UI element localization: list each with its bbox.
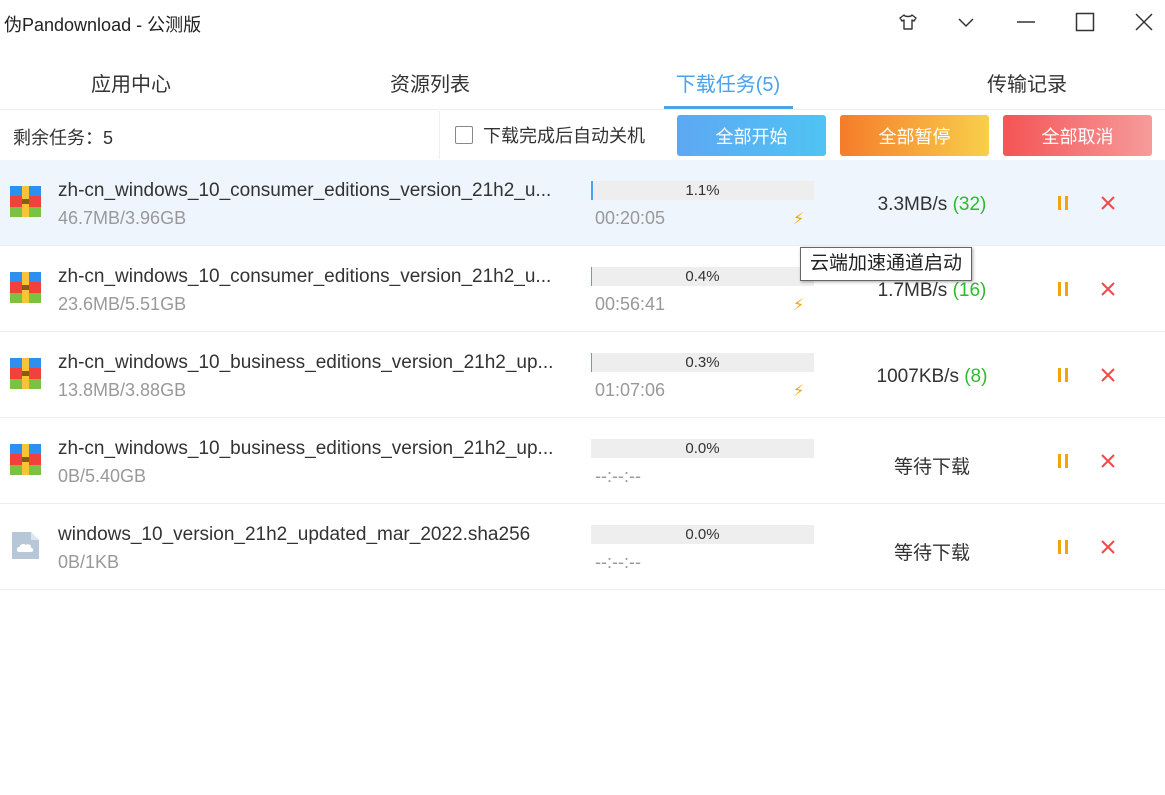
task-file-size: 23.6MB/5.51GB <box>58 294 187 314</box>
skin-button[interactable] <box>893 8 923 36</box>
task-speed-value: 3.3MB/s <box>877 194 953 215</box>
task-speed: 3.3MB/s (32) <box>832 194 1032 216</box>
task-eta: 00:20:05 <box>595 208 666 228</box>
tab-app-center[interactable]: 应用中心 <box>31 68 231 97</box>
task-progress-percent: 0.3% <box>685 354 720 371</box>
task-speed: 1.7MB/s (16) <box>832 280 1032 302</box>
download-task-row[interactable]: zh-cn_windows_10_consumer_editions_versi… <box>0 160 1165 246</box>
task-eta: 00:56:41 <box>595 294 666 314</box>
task-progress-percent: 0.0% <box>685 440 720 457</box>
task-file-name: windows_10_version_21h2_updated_mar_2022… <box>58 524 531 545</box>
task-eta: 01:07:06 <box>595 380 666 400</box>
task-file-name: zh-cn_windows_10_business_editions_versi… <box>58 438 554 459</box>
cloud-file-icon <box>12 532 39 559</box>
download-task-row[interactable]: zh-cn_windows_10_business_editions_versi… <box>0 332 1165 418</box>
pause-icon[interactable] <box>1057 540 1069 554</box>
task-connections: (32) <box>952 194 987 215</box>
task-progress-percent: 1.1% <box>685 182 720 199</box>
task-eta: --:--:-- <box>595 466 641 486</box>
download-task-list: zh-cn_windows_10_consumer_editions_versi… <box>0 160 1165 590</box>
task-progress-bar: 0.3% <box>591 353 814 372</box>
boost-tooltip: 云端加速通道启动 <box>800 247 973 281</box>
task-file-size: 46.7MB/3.96GB <box>58 208 187 228</box>
task-speed: 等待下载 <box>832 538 1032 565</box>
task-progress-bar: 0.4% <box>591 267 814 286</box>
task-speed: 1007KB/s (8) <box>832 366 1032 388</box>
task-speed: 等待下载 <box>832 452 1032 479</box>
close-icon[interactable] <box>1100 539 1116 555</box>
main-tabs: 应用中心 资源列表 下载任务(5) 传输记录 <box>0 58 1165 110</box>
start-all-button[interactable]: 全部开始 <box>677 115 826 156</box>
maximize-button[interactable] <box>1070 8 1100 36</box>
archive-icon <box>10 444 41 475</box>
lightning-icon[interactable]: ⚡ <box>793 209 804 229</box>
toolbar-divider <box>439 111 440 159</box>
active-tab-indicator <box>664 106 793 109</box>
close-icon[interactable] <box>1100 195 1116 211</box>
chevron-down-icon <box>958 18 974 28</box>
remaining-tasks-count: 剩余任务：5 <box>13 128 114 148</box>
tab-download-tasks[interactable]: 下载任务(5) <box>628 68 828 97</box>
auto-shutdown-option[interactable]: 下载完成后自动关机 <box>455 122 645 148</box>
task-connections: (8) <box>964 366 988 387</box>
title-bar: 伪Pandownload - 公测版 <box>0 0 1165 44</box>
menu-button[interactable] <box>951 8 981 36</box>
task-progress-percent: 0.4% <box>685 268 720 285</box>
close-icon[interactable] <box>1100 281 1116 297</box>
minimize-icon <box>1017 21 1035 23</box>
pause-icon[interactable] <box>1057 282 1069 296</box>
pause-all-button[interactable]: 全部暂停 <box>840 115 989 156</box>
auto-shutdown-label: 下载完成后自动关机 <box>483 126 645 146</box>
maximize-icon <box>1075 12 1095 32</box>
task-file-name: zh-cn_windows_10_business_editions_versi… <box>58 352 554 373</box>
task-file-size: 13.8MB/3.88GB <box>58 380 187 400</box>
pause-icon[interactable] <box>1057 196 1069 210</box>
archive-icon <box>10 272 41 303</box>
minimize-button[interactable] <box>1011 8 1041 36</box>
lightning-icon[interactable]: ⚡ <box>793 295 804 315</box>
task-toolbar: 剩余任务：5 下载完成后自动关机 全部开始 全部暂停 全部取消 <box>0 111 1165 159</box>
pause-icon[interactable] <box>1057 454 1069 468</box>
task-file-name: zh-cn_windows_10_consumer_editions_versi… <box>58 180 552 201</box>
task-file-name: zh-cn_windows_10_consumer_editions_versi… <box>58 266 552 287</box>
tab-transfer-records[interactable]: 传输记录 <box>927 68 1127 97</box>
task-progress-percent: 0.0% <box>685 526 720 543</box>
task-progress-bar: 0.0% <box>591 439 814 458</box>
task-file-size: 0B/5.40GB <box>58 466 147 486</box>
pause-icon[interactable] <box>1057 368 1069 382</box>
shirt-icon <box>899 14 917 30</box>
download-task-row[interactable]: zh-cn_windows_10_business_editions_versi… <box>0 418 1165 504</box>
tab-resource-list[interactable]: 资源列表 <box>330 68 530 97</box>
lightning-icon[interactable]: ⚡ <box>793 381 804 401</box>
task-speed-value: 等待下载 <box>893 543 970 564</box>
close-icon <box>1135 13 1153 31</box>
task-file-size: 0B/1KB <box>58 552 120 572</box>
task-connections: (16) <box>952 280 987 301</box>
cancel-all-button[interactable]: 全部取消 <box>1003 115 1152 156</box>
close-window-button[interactable] <box>1129 8 1159 36</box>
download-task-row[interactable]: zh-cn_windows_10_consumer_editions_versi… <box>0 246 1165 332</box>
archive-icon <box>10 358 41 389</box>
archive-icon <box>10 186 41 217</box>
window-title: 伪Pandownload - 公测版 <box>4 15 202 35</box>
task-speed-value: 1.7MB/s <box>877 280 953 301</box>
download-task-row[interactable]: windows_10_version_21h2_updated_mar_2022… <box>0 504 1165 590</box>
task-progress-bar: 0.0% <box>591 525 814 544</box>
auto-shutdown-checkbox[interactable] <box>455 126 473 144</box>
task-speed-value: 等待下载 <box>893 457 970 478</box>
task-progress-bar: 1.1% <box>591 181 814 200</box>
close-icon[interactable] <box>1100 453 1116 469</box>
close-icon[interactable] <box>1100 367 1116 383</box>
task-eta: --:--:-- <box>595 552 641 572</box>
task-speed-value: 1007KB/s <box>876 366 965 387</box>
